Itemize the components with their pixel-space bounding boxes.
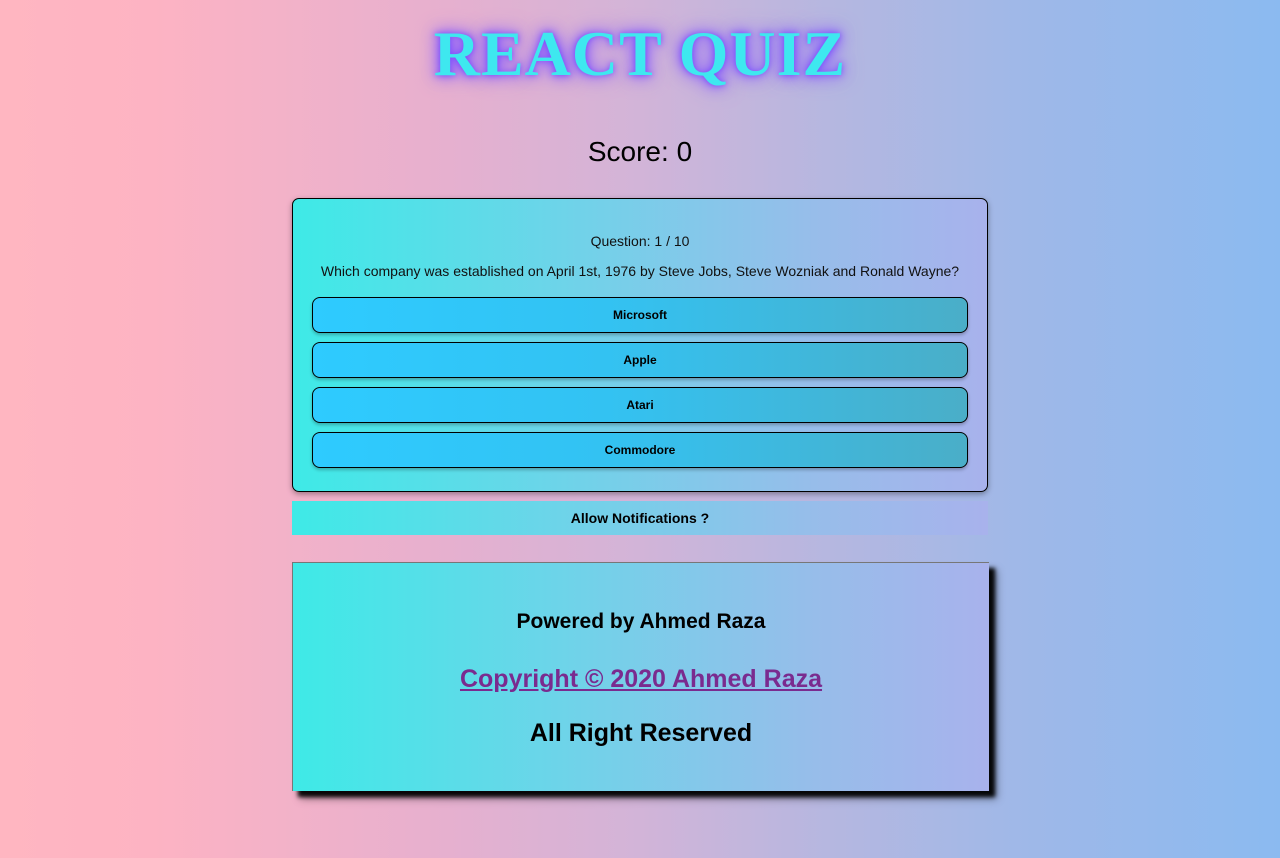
answer-list: Microsoft Apple Atari Commodore xyxy=(312,297,968,477)
allow-notifications-button[interactable]: Allow Notifications ? xyxy=(292,501,988,535)
question-card: Question: 1 / 10 Which company was estab… xyxy=(292,198,988,492)
app-title: REACT QUIZ xyxy=(433,18,847,89)
question-text: Which company was established on April 1… xyxy=(320,263,960,279)
answer-button-atari[interactable]: Atari xyxy=(312,387,968,423)
question-counter: Question: 1 / 10 xyxy=(590,233,690,249)
answer-button-commodore[interactable]: Commodore xyxy=(312,432,968,468)
rights-reserved-text: All Right Reserved xyxy=(529,719,753,747)
copyright-link[interactable]: Copyright © 2020 Ahmed Raza xyxy=(460,665,822,693)
copyright-container: Copyright © 2020 Ahmed Raza xyxy=(293,663,989,695)
answer-button-microsoft[interactable]: Microsoft xyxy=(312,297,968,333)
powered-by-text: Powered by Ahmed Raza xyxy=(516,610,766,633)
score-display: Score: 0 xyxy=(587,136,693,167)
footer: Powered by Ahmed Raza Copyright © 2020 A… xyxy=(292,562,989,791)
answer-button-apple[interactable]: Apple xyxy=(312,342,968,378)
